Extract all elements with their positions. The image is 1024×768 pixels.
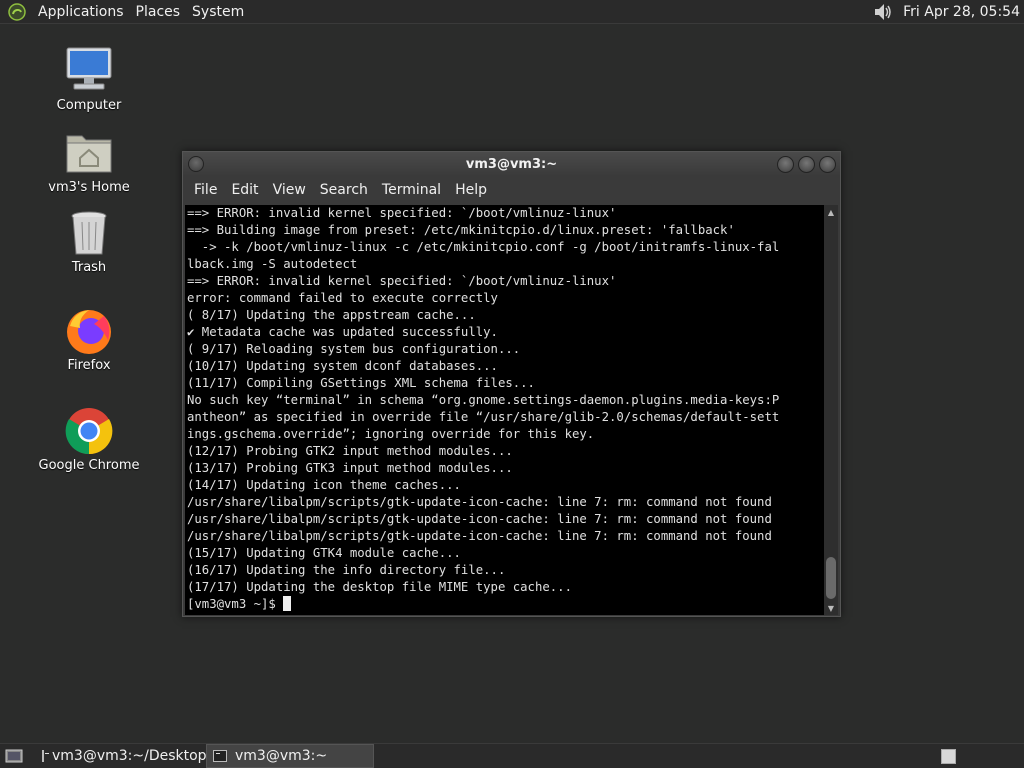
- terminal-line: ( 9/17) Reloading system bus configurati…: [187, 342, 521, 356]
- terminal-icon: [213, 750, 227, 762]
- window-menu-button[interactable]: [188, 156, 204, 172]
- vertical-scrollbar[interactable]: ▲ ▼: [824, 205, 838, 615]
- terminal-icon: [42, 750, 49, 762]
- window-titlebar[interactable]: vm3@vm3:~: [183, 152, 840, 176]
- desktop-icon-trash[interactable]: Trash: [34, 208, 144, 275]
- desktop-icon-label: vm3's Home: [48, 180, 130, 195]
- trash-icon: [71, 211, 107, 255]
- desktop-icon-chrome[interactable]: Google Chrome: [34, 406, 144, 473]
- desktop-icon-home[interactable]: vm3's Home: [34, 128, 144, 195]
- taskbar-item-desktop-terminal[interactable]: vm3@vm3:~/Desktop: [36, 744, 207, 768]
- terminal-line: (14/17) Updating icon theme caches...: [187, 478, 461, 492]
- maximize-button[interactable]: [798, 156, 815, 173]
- menu-search[interactable]: Search: [313, 182, 375, 198]
- scrollbar-thumb[interactable]: [826, 557, 836, 599]
- places-menu[interactable]: Places: [130, 4, 187, 20]
- firefox-icon: [67, 310, 111, 354]
- desktop-icon-firefox[interactable]: Firefox: [34, 306, 144, 373]
- terminal-line: ( 8/17) Updating the appstream cache...: [187, 308, 476, 322]
- terminal-line: ==> ERROR: invalid kernel specified: `/b…: [187, 274, 617, 288]
- terminal-line: antheon” as specified in override file “…: [187, 410, 780, 424]
- desktop-icon-label: Computer: [56, 98, 122, 113]
- taskbar-item-home-terminal[interactable]: vm3@vm3:~: [206, 744, 374, 768]
- terminal-text: ==> ERROR: invalid kernel specified: `/b…: [185, 205, 825, 613]
- menu-view[interactable]: View: [266, 182, 313, 198]
- terminal-window[interactable]: vm3@vm3:~ File Edit View Search Terminal…: [182, 151, 841, 617]
- terminal-line: (16/17) Updating the info directory file…: [187, 563, 506, 577]
- terminal-line: (17/17) Updating the desktop file MIME t…: [187, 580, 572, 594]
- terminal-line: (13/17) Probing GTK3 input method module…: [187, 461, 513, 475]
- terminal-line: (10/17) Updating system dconf databases.…: [187, 359, 498, 373]
- terminal-line: /usr/share/libalpm/scripts/gtk-update-ic…: [187, 495, 772, 509]
- terminal-line: /usr/share/libalpm/scripts/gtk-update-ic…: [187, 512, 772, 526]
- scroll-down-arrow-icon[interactable]: ▼: [824, 601, 838, 615]
- menu-file[interactable]: File: [187, 182, 224, 198]
- terminal-prompt-line: [vm3@vm3 ~]$: [187, 596, 825, 613]
- terminal-line: ✔ Metadata cache was updated successfull…: [187, 325, 498, 339]
- terminal-prompt: [vm3@vm3 ~]$: [187, 597, 284, 611]
- menu-terminal[interactable]: Terminal: [375, 182, 448, 198]
- minimize-button[interactable]: [777, 156, 794, 173]
- terminal-line: (11/17) Compiling GSettings XML schema f…: [187, 376, 535, 390]
- terminal-cursor: [283, 596, 292, 611]
- terminal-line: (12/17) Probing GTK2 input method module…: [187, 444, 513, 458]
- desktop-icon-label: Firefox: [67, 358, 111, 373]
- close-button[interactable]: [819, 156, 836, 173]
- desktop-icon-label: Google Chrome: [38, 458, 140, 473]
- distro-logo-icon[interactable]: [6, 1, 28, 23]
- terminal-menubar: File Edit View Search Terminal Help: [183, 176, 840, 204]
- top-panel: Applications Places System Fri Apr 28, 0…: [0, 0, 1024, 24]
- system-menu[interactable]: System: [186, 4, 250, 20]
- volume-icon[interactable]: [871, 0, 895, 24]
- taskbar-item-label: vm3@vm3:~: [235, 748, 328, 764]
- show-desktop-icon[interactable]: [2, 744, 26, 768]
- terminal-line: lback.img -S autodetect: [187, 257, 358, 271]
- bottom-panel: vm3@vm3:~/Desktop vm3@vm3:~: [0, 743, 1024, 768]
- terminal-line: ==> Building image from preset: /etc/mki…: [187, 223, 735, 237]
- clock[interactable]: Fri Apr 28, 05:54: [903, 4, 1020, 20]
- menu-help[interactable]: Help: [448, 182, 494, 198]
- applications-menu[interactable]: Applications: [32, 4, 130, 20]
- terminal-line: ings.gschema.override”; ignoring overrid…: [187, 427, 595, 441]
- menu-edit[interactable]: Edit: [224, 182, 265, 198]
- terminal-line: (15/17) Updating GTK4 module cache...: [187, 546, 461, 560]
- home-folder-icon: [66, 135, 112, 173]
- terminal-output[interactable]: ==> ERROR: invalid kernel specified: `/b…: [185, 205, 825, 615]
- terminal-line: /usr/share/libalpm/scripts/gtk-update-ic…: [187, 529, 772, 543]
- terminal-line: No such key “terminal” in schema “org.gn…: [187, 393, 780, 407]
- chrome-icon: [65, 408, 113, 455]
- taskbar-item-label: vm3@vm3:~/Desktop: [52, 748, 207, 764]
- scroll-up-arrow-icon[interactable]: ▲: [824, 205, 838, 219]
- desktop-icon-label: Trash: [71, 260, 107, 275]
- computer-icon: [66, 47, 112, 90]
- terminal-line: -> -k /boot/vmlinuz-linux -c /etc/mkinit…: [187, 240, 780, 254]
- terminal-line: ==> ERROR: invalid kernel specified: `/b…: [187, 206, 617, 220]
- window-title: vm3@vm3:~: [465, 156, 558, 172]
- workspace-switcher[interactable]: [941, 748, 956, 764]
- terminal-line: error: command failed to execute correct…: [187, 291, 498, 305]
- desktop-icon-computer[interactable]: Computer: [34, 46, 144, 113]
